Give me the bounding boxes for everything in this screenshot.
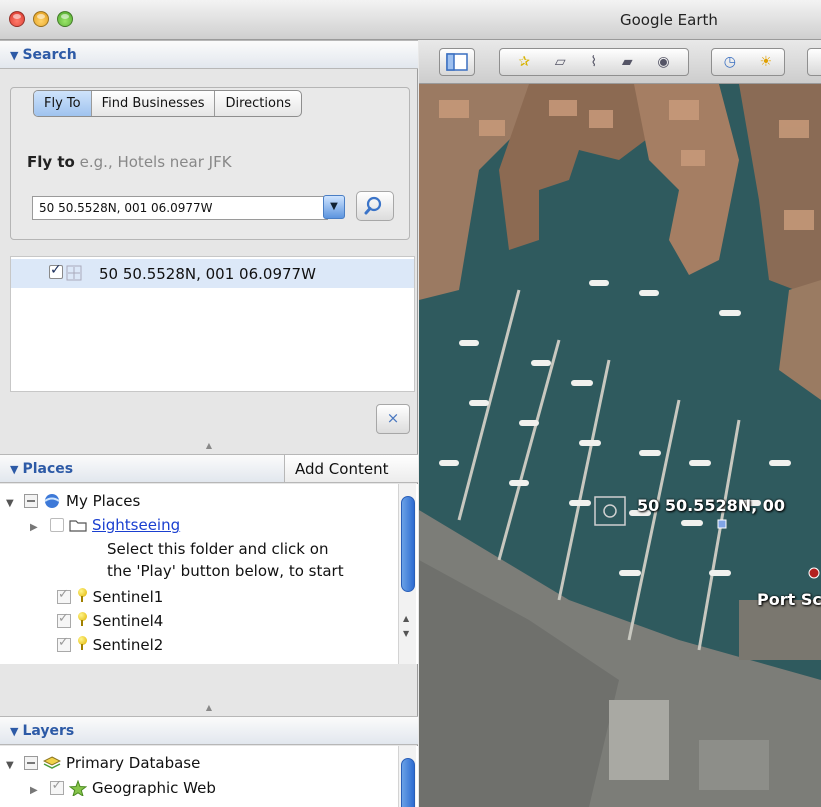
sentinel4-label: Sentinel4 (92, 612, 164, 630)
fly-to-hint: e.g., Hotels near JFK (79, 153, 232, 171)
tree-item-sentinel1[interactable]: Sentinel1 (57, 587, 164, 606)
sightseeing-checkbox[interactable] (50, 518, 65, 532)
star-icon (68, 779, 88, 798)
sidebar: ▼ Search Fly To Find Businesses Direction… (0, 40, 418, 807)
search-header-label: Search (22, 47, 77, 63)
close-window-button[interactable] (9, 11, 25, 27)
geographic-web-checkbox[interactable] (50, 778, 65, 795)
tree-item-primary-database[interactable]: ▼ Primary Database (6, 754, 200, 772)
history-dropdown-button[interactable]: ▼ (323, 195, 345, 219)
add-placemark-icon[interactable]: ✰ (518, 49, 530, 75)
primary-database-label: Primary Database (66, 754, 201, 772)
sightseeing-link[interactable]: Sightseeing (92, 516, 180, 534)
title-bar: Google Earth (0, 0, 821, 40)
collapsed-triangle-icon: ▶ (30, 522, 38, 533)
search-tabs: Fly To Find Businesses Directions (33, 90, 302, 117)
satellite-imagery[interactable] (419, 40, 821, 807)
fly-to-label-text: Fly to (27, 153, 75, 171)
layers-scroll-thumb[interactable] (401, 758, 415, 807)
layers-tree: ▼ Primary Database ▶ Geographic Web (0, 746, 418, 807)
close-icon: × (386, 409, 400, 427)
result-checkbox[interactable] (49, 262, 63, 279)
sightseeing-description-line-1: Select this folder and click on (107, 540, 329, 558)
geographic-web-label: Geographic Web (92, 779, 216, 797)
port-label[interactable]: Port Sc (757, 590, 821, 609)
places-panel-header[interactable]: ▼ Places Add Content (0, 454, 418, 483)
expanded-triangle-icon: ▼ (6, 760, 14, 771)
window-title: Google Earth (620, 11, 718, 29)
search-result-label: 50 50.5528N, 001 06.0977W (99, 265, 316, 283)
collapsed-triangle-icon: ▶ (30, 785, 38, 796)
add-overlay-icon[interactable]: ▰ (622, 49, 633, 75)
places-tree: ▼ My Places ▶ Sightseeing Select this fo… (0, 484, 418, 664)
tab-find-businesses[interactable]: Find Businesses (92, 91, 216, 116)
magnifier-icon (364, 196, 382, 215)
scroll-down-arrow-icon[interactable]: ▼ (403, 629, 409, 638)
sentinel2-checkbox[interactable] (57, 635, 71, 652)
partial-checkbox[interactable] (24, 756, 39, 770)
tree-item-my-places[interactable]: ▼ My Places (6, 492, 140, 510)
historical-imagery-icon[interactable]: ◷ (724, 49, 736, 75)
tree-item-geographic-web[interactable]: ▶ Geographic Web (30, 778, 216, 798)
fly-to-input[interactable] (32, 196, 328, 220)
yellow-pushpin-icon (76, 636, 88, 650)
search-result-row[interactable]: 50 50.5528N, 001 06.0977W (11, 259, 414, 288)
search-results-list: 50 50.5528N, 001 06.0977W (10, 256, 415, 392)
tree-item-sightseeing[interactable]: ▶ Sightseeing (30, 516, 180, 534)
yellow-pushpin-icon (76, 612, 88, 626)
add-content-button[interactable]: Add Content (284, 455, 418, 482)
yellow-pushpin-icon (76, 588, 88, 602)
add-tools-group: ✰ ▱ ⌇ ▰ ◉ (499, 48, 689, 76)
layers-header-label: Layers (22, 723, 75, 739)
collapse-triangle-icon: ▼ (10, 49, 19, 62)
tree-item-sentinel2[interactable]: Sentinel2 (57, 635, 164, 654)
sentinel1-label: Sentinel1 (92, 588, 164, 606)
resize-grip-icon[interactable]: ▲ (204, 441, 214, 450)
places-header-label: Places (22, 461, 74, 477)
sidebar-toggle-button[interactable] (439, 48, 475, 76)
add-polygon-icon[interactable]: ▱ (555, 49, 566, 75)
placemark-label[interactable]: 50 50.5528N, 00 (637, 496, 785, 515)
search-panel-header[interactable]: ▼ Search (0, 40, 418, 69)
tab-directions[interactable]: Directions (215, 91, 301, 116)
zoom-window-button[interactable] (57, 11, 73, 27)
resize-grip-icon[interactable]: ▲ (204, 703, 214, 712)
layers-panel-header[interactable]: ▼ Layers (0, 716, 418, 745)
places-scroll-thumb[interactable] (401, 496, 415, 592)
more-tools-button[interactable] (807, 48, 821, 76)
tab-fly-to[interactable]: Fly To (34, 91, 92, 116)
clear-results-button[interactable]: × (376, 404, 410, 434)
sunlight-icon[interactable]: ☀ (760, 49, 773, 75)
collapse-triangle-icon: ▼ (10, 725, 19, 738)
places-scrollbar[interactable]: ▲ ▼ (398, 484, 416, 664)
chevron-down-icon: ▼ (330, 201, 338, 212)
fly-to-label: Fly to e.g., Hotels near JFK (27, 153, 232, 171)
minimize-window-button[interactable] (33, 11, 49, 27)
add-path-icon[interactable]: ⌇ (590, 49, 597, 75)
tree-item-sentinel4[interactable]: Sentinel4 (57, 611, 164, 630)
sentinel4-checkbox[interactable] (57, 611, 71, 628)
map-toolbar: ✰ ▱ ⌇ ▰ ◉ ◷ ☀ (419, 40, 821, 84)
scroll-up-arrow-icon[interactable]: ▲ (403, 614, 409, 623)
search-button[interactable] (356, 191, 394, 221)
partial-checkbox[interactable] (24, 494, 39, 508)
layers-stack-icon (43, 756, 62, 769)
view-tools-group: ◷ ☀ (711, 48, 785, 76)
sentinel2-label: Sentinel2 (92, 636, 164, 654)
folder-icon (69, 520, 87, 532)
sidebar-toggle-icon (446, 53, 468, 71)
sentinel1-checkbox[interactable] (57, 587, 71, 604)
sightseeing-description-line-2: the 'Play' button below, to start (107, 562, 344, 580)
globe-icon (44, 494, 60, 508)
my-places-label: My Places (66, 492, 141, 510)
crosshair-placemark-icon (66, 265, 82, 281)
map-view[interactable]: 50 50.5528N, 00 Port Sc ✰ ▱ ⌇ ▰ ◉ ◷ ☀ (419, 40, 821, 807)
expanded-triangle-icon: ▼ (6, 498, 14, 509)
record-tour-icon[interactable]: ◉ (657, 49, 669, 75)
collapse-triangle-icon: ▼ (10, 463, 19, 476)
layers-scrollbar[interactable] (398, 746, 416, 807)
